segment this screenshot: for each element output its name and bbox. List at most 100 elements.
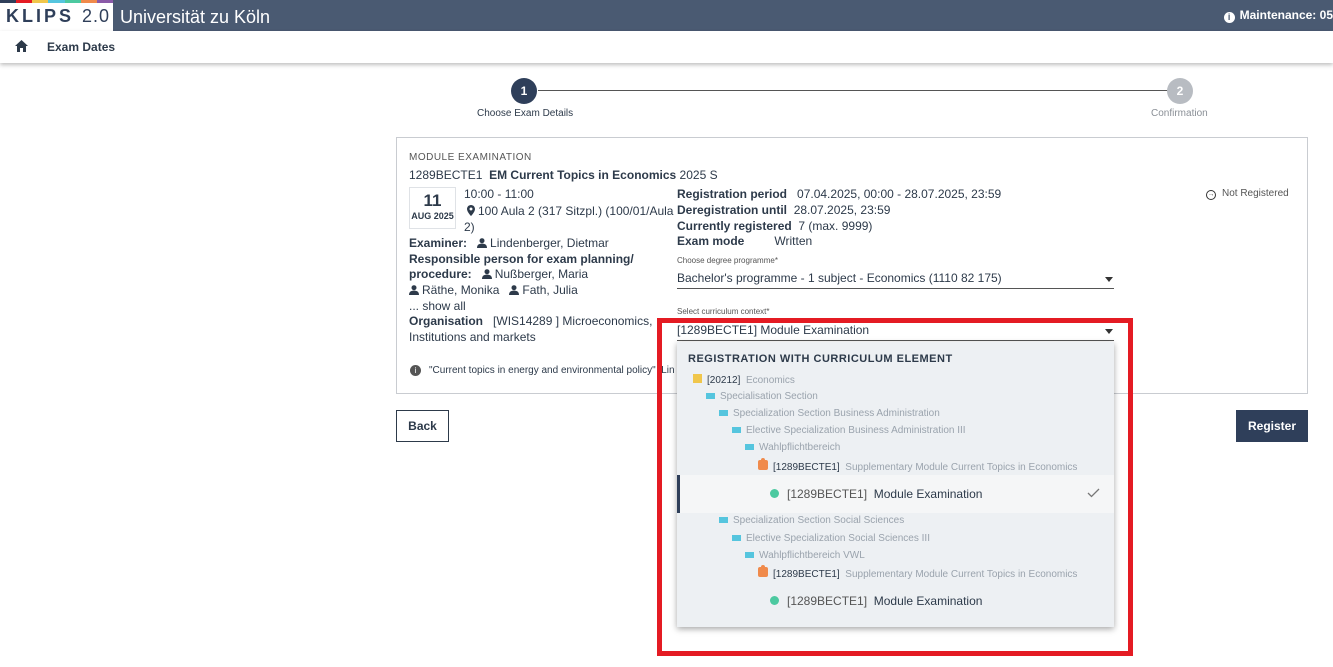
top-bar: KLIPS 2.0 Universität zu Köln i Maintenan… — [0, 0, 1333, 31]
info-icon: i — [1223, 12, 1235, 23]
status-dot-icon — [770, 596, 779, 605]
tree-node-social-sciences: Specialization Section Social Sciences — [719, 515, 904, 526]
degree-programme-label: Choose degree programme* — [677, 256, 778, 265]
registration-status: → Not Registered — [1206, 188, 1289, 200]
logo-version: 2.0 — [82, 6, 111, 26]
maintenance-text: Maintenance: 05 — [1239, 8, 1333, 22]
status-dot-icon — [770, 489, 779, 498]
examiner-name[interactable]: Lindenberger, Dietmar — [490, 236, 609, 250]
exam-time: 10:00 - 11:00 — [464, 187, 534, 201]
tree-node-wahlpflichtbereich: Wahlpflichtbereich — [745, 442, 840, 453]
registration-period-value: 07.04.2025, 00:00 - 28.07.2025, 23:59 — [797, 187, 1002, 201]
examiner-label: Examiner: — [409, 236, 468, 250]
person-icon — [409, 285, 419, 295]
tree-node-specialisation-section: Specialisation Section — [706, 391, 818, 402]
registration-period-row: Registration period 07.04.2025, 00:00 - … — [677, 187, 1001, 201]
module-code: 1289BECTE1 — [409, 168, 483, 182]
puzzle-piece-icon — [758, 565, 768, 577]
exam-option-label: [1289BECTE1] Module Examination — [770, 487, 982, 501]
tree-node-code: [1289BECTE1] — [773, 462, 840, 473]
klips-logo[interactable]: KLIPS 2.0 — [0, 0, 113, 31]
step-1-label: Choose Exam Details — [477, 108, 574, 119]
dropdown-option-selected[interactable]: [1289BECTE1] Module Examination — [677, 475, 1114, 513]
university-name: Universität zu Köln — [120, 7, 271, 27]
deregistration-row: Deregistration until 28.07.2025, 23:59 — [677, 203, 890, 217]
registration-period-label: Registration period — [677, 187, 788, 201]
folder-yellow-icon — [693, 374, 702, 383]
tree-node-label: Economics — [745, 375, 795, 386]
organisation-label: Organisation — [409, 314, 484, 328]
organisation-row: Organisation [WIS14289 ] Microeconomics, — [409, 314, 652, 328]
arrow-right-circle-icon: → — [1206, 190, 1216, 200]
nav-exam-dates[interactable]: Exam Dates — [47, 40, 115, 54]
step-1-indicator: 1 — [511, 78, 537, 104]
tree-node-label: Specialization Section Business Administ… — [733, 408, 940, 419]
step-2-indicator: 2 — [1167, 78, 1193, 104]
folder-cyan-icon — [719, 410, 728, 416]
exam-date-day: 11 — [423, 191, 442, 210]
person-icon — [477, 238, 488, 248]
tree-node-label: Elective Specialization Business Adminis… — [746, 425, 966, 436]
tree-node-elective-social-sciences: Elective Specialization Social Sciences … — [732, 533, 930, 544]
back-button[interactable]: Back — [396, 410, 449, 442]
curriculum-context-select[interactable]: [1289BECTE1] Module Examination — [677, 323, 1114, 341]
organisation-line2: Institutions and markets — [409, 330, 536, 344]
folder-cyan-icon — [732, 427, 741, 433]
person-icon — [481, 269, 492, 279]
tree-node-business-administration: Specialization Section Business Administ… — [719, 408, 940, 419]
exam-mode-label: Exam mode — [677, 234, 745, 248]
responsible-person-1[interactable]: Nußberger, Maria — [495, 267, 588, 281]
exam-mode-row: Exam mode Written — [677, 234, 812, 248]
checkmark-icon — [1087, 488, 1100, 498]
degree-programme-select[interactable]: Bachelor's programme - 1 subject - Econo… — [677, 271, 1114, 289]
nav-bar: Exam Dates — [0, 31, 1333, 63]
exam-option-name: Module Examination — [873, 594, 983, 608]
folder-cyan-icon — [706, 393, 715, 399]
organisation-line1: [WIS14289 ] Microeconomics, — [493, 314, 653, 328]
responsible-person-3[interactable]: Fath, Julia — [522, 283, 577, 297]
tree-node-elective-business-administration: Elective Specialization Business Adminis… — [732, 425, 966, 436]
course-note: i "Current topics in energy and environme… — [410, 365, 675, 376]
tree-node-label: Wahlpflichtbereich — [759, 442, 841, 453]
curriculum-context-label: Select curriculum context* — [677, 307, 770, 316]
register-button[interactable]: Register — [1236, 410, 1308, 442]
currently-registered-value: 7 (max. 9999) — [798, 219, 873, 233]
tree-node-supplementary-module-2: [1289BECTE1] Supplementary Module Curren… — [758, 565, 1078, 580]
step-2-label: Confirmation — [1151, 108, 1208, 119]
module-name: EM Current Topics in Economics — [489, 168, 677, 182]
info-icon: i — [410, 365, 421, 376]
home-icon[interactable] — [15, 40, 28, 52]
deregistration-label: Deregistration until — [677, 203, 788, 217]
course-note-text: "Current topics in energy and environmen… — [429, 365, 675, 376]
exam-location-line1: 100 Aula 2 (317 Sitzpl.) (100/01/Aula — [478, 204, 674, 218]
module-title: 1289BECTE1 EM Current Topics in Economic… — [409, 168, 718, 182]
logo-stripes — [0, 0, 113, 3]
dropdown-option[interactable]: [1289BECTE1] Module Examination — [770, 594, 982, 608]
show-all-link[interactable]: ... show all — [409, 299, 466, 313]
stepper-line — [538, 90, 1168, 91]
tree-node-label: Elective Specialization Social Sciences … — [746, 533, 930, 544]
folder-cyan-icon — [745, 552, 754, 558]
tree-node-label: Wahlpflichtbereich VWL — [759, 550, 865, 561]
tree-node-code: [1289BECTE1] — [773, 569, 840, 580]
tree-node-code: [20212] — [707, 375, 741, 386]
examiner-row: Examiner: Lindenberger, Dietmar — [409, 236, 609, 250]
tree-node-label: Supplementary Module Current Topics in E… — [845, 569, 1078, 580]
registration-status-text: Not Registered — [1222, 188, 1289, 199]
responsible-label-2: procedure: — [409, 267, 472, 281]
logo-text: KLIPS 2.0 — [6, 6, 110, 27]
logo-main: KLIPS — [6, 6, 75, 26]
folder-cyan-icon — [732, 535, 741, 541]
exam-location: 100 Aula 2 (317 Sitzpl.) (100/01/Aula — [467, 204, 673, 218]
currently-registered-row: Currently registered 7 (max. 9999) — [677, 219, 872, 233]
puzzle-piece-icon — [758, 458, 768, 470]
location-pin-icon — [467, 205, 475, 216]
exam-mode-value: Written — [774, 234, 813, 248]
deregistration-value: 28.07.2025, 23:59 — [793, 203, 891, 217]
responsible-person-2[interactable]: Räthe, Monika — [422, 283, 499, 297]
exam-date-box: 11 AUG 2025 — [409, 187, 456, 229]
exam-option-code: [1289BECTE1] — [787, 594, 868, 608]
tree-node-label: Specialisation Section — [720, 391, 818, 402]
responsible-label-1: Responsible person for exam planning/ — [409, 252, 634, 266]
maintenance-notice[interactable]: i Maintenance: 05 — [1223, 8, 1333, 23]
